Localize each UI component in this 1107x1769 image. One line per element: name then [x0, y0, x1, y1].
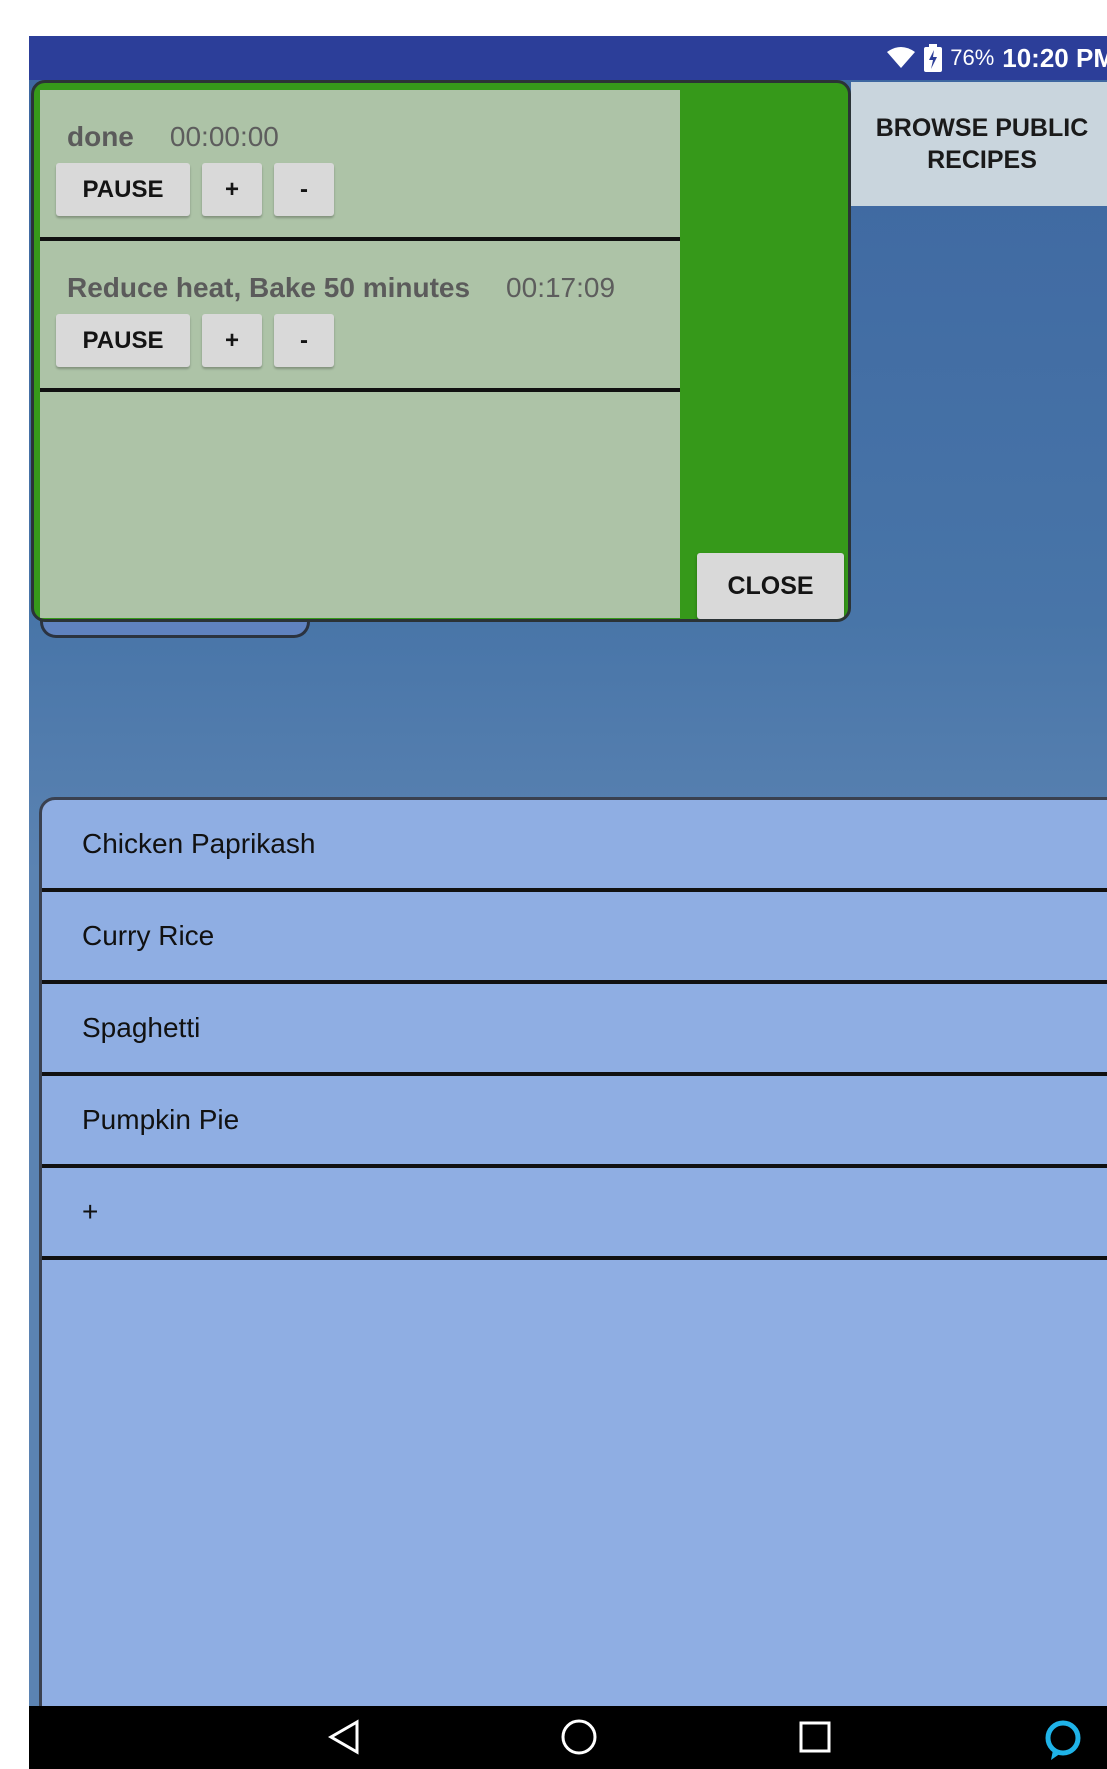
- recipe-item-curry-rice[interactable]: Curry Rice: [42, 892, 1107, 984]
- timer-countdown: 00:17:09: [506, 272, 616, 303]
- timer-header: Reduce heat, Bake 50 minutes 00:17:09: [67, 272, 615, 304]
- timer-name: Reduce heat, Bake 50 minutes: [67, 272, 471, 303]
- timer-panel: done 00:00:00 PAUSE + - Reduce heat, Bak…: [31, 80, 851, 622]
- close-button[interactable]: CLOSE: [697, 553, 844, 619]
- status-bar: 76% 10:20 PM: [29, 36, 1107, 80]
- clock: 10:20 PM: [1002, 42, 1107, 73]
- timer-controls: PAUSE + -: [56, 163, 334, 216]
- timer-item: done 00:00:00 PAUSE + -: [40, 90, 680, 241]
- browse-public-recipes-button[interactable]: BROWSE PUBLIC RECIPES: [851, 82, 1107, 206]
- subtract-time-button[interactable]: -: [274, 314, 334, 367]
- timer-name: done: [67, 121, 134, 152]
- timer-item: Reduce heat, Bake 50 minutes 00:17:09 PA…: [40, 241, 680, 392]
- timer-controls: PAUSE + -: [56, 314, 334, 367]
- pause-button[interactable]: PAUSE: [56, 163, 190, 216]
- add-time-button[interactable]: +: [202, 314, 262, 367]
- battery-charging-icon: [924, 44, 943, 72]
- recipe-list: Chicken Paprikash Curry Rice Spaghetti P…: [39, 797, 1107, 1706]
- recipe-item-chicken-paprikash[interactable]: Chicken Paprikash: [42, 800, 1107, 892]
- pause-button[interactable]: PAUSE: [56, 314, 190, 367]
- recipe-item-spaghetti[interactable]: Spaghetti: [42, 984, 1107, 1076]
- home-icon[interactable]: [560, 1718, 598, 1756]
- subtract-time-button[interactable]: -: [274, 163, 334, 216]
- recipe-item-pumpkin-pie[interactable]: Pumpkin Pie: [42, 1076, 1107, 1168]
- alexa-icon[interactable]: [1041, 1718, 1085, 1762]
- recents-icon[interactable]: [797, 1718, 833, 1756]
- timer-list: done 00:00:00 PAUSE + - Reduce heat, Bak…: [40, 90, 680, 618]
- add-recipe-button[interactable]: +: [42, 1168, 1107, 1260]
- battery-percentage: 76%: [950, 45, 995, 70]
- status-icons: 76% 10:20 PM: [886, 36, 1107, 80]
- add-time-button[interactable]: +: [202, 163, 262, 216]
- wifi-icon: [886, 47, 916, 69]
- timer-countdown: 00:00:00: [169, 121, 279, 152]
- navigation-bar: [29, 1706, 1107, 1769]
- back-icon[interactable]: [327, 1718, 361, 1756]
- app-screen: 76% 10:20 PM BROWSE PUBLIC RECIPES done …: [29, 36, 1107, 1706]
- timer-header: done 00:00:00: [67, 121, 279, 153]
